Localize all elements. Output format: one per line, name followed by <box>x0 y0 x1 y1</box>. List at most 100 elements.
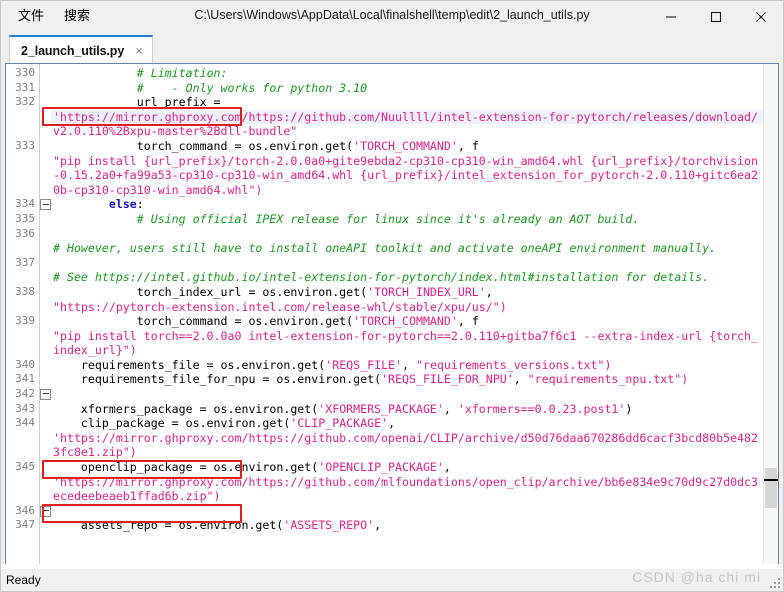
code-line[interactable]: torch_index_url = os.environ.get('TORCH_… <box>51 285 778 300</box>
tab-2-launch-utils-py[interactable]: 2_launch_utils.py × <box>9 35 153 64</box>
vertical-scrollbar[interactable] <box>763 64 778 564</box>
code-token: else <box>108 197 137 212</box>
line-number <box>6 183 39 198</box>
code-line[interactable]: # However, users still have to install o… <box>51 241 778 256</box>
code-line[interactable]: # See https://intel.github.io/intel-exte… <box>51 270 778 285</box>
scrollbar-position-marker <box>764 479 778 481</box>
code-token: 'https://mirror.ghproxy.com/https://gith… <box>53 474 758 489</box>
minimize-button[interactable] <box>648 1 693 32</box>
code-line[interactable]: 'https://mirror.ghproxy.com/https://gith… <box>51 475 778 490</box>
code-line[interactable]: requirements_file = os.environ.get('REQS… <box>51 358 778 373</box>
collapse-icon[interactable] <box>40 388 51 400</box>
close-button[interactable] <box>738 1 783 32</box>
code-line[interactable]: "pip install {url_prefix}/torch-2.0.0a0+… <box>51 154 778 169</box>
minimize-icon <box>665 15 676 18</box>
code-line[interactable]: # - Only works for python 3.10 <box>51 81 778 96</box>
code-line[interactable]: 3fc8e1.zip") <box>51 445 778 460</box>
code-line[interactable]: "pip install torch==2.0.0a0 intel-extens… <box>51 329 778 344</box>
code-token: torch_command = os.environ.get( <box>53 138 354 153</box>
fold-toggle[interactable] <box>40 504 51 519</box>
code-line[interactable]: 'https://mirror.ghproxy.com/https://gith… <box>51 109 778 125</box>
code-line[interactable]: openclip_package = os.environ.get('OPENC… <box>51 460 778 475</box>
code-line[interactable]: # Using official IPEX release for linux … <box>51 212 778 227</box>
code-line[interactable]: 0b-cp310-cp310-win_amd64.whl") <box>51 183 778 198</box>
code-line[interactable] <box>51 227 778 242</box>
code-token: index_url}") <box>53 343 137 358</box>
code-token: "pip install {url_prefix}/torch-2.0.0a0+… <box>53 153 758 168</box>
code-line[interactable]: torch_command = os.environ.get('TORCH_CO… <box>51 314 778 329</box>
code-token: 'TORCH_COMMAND' <box>353 314 458 329</box>
fold-toggle[interactable] <box>40 387 51 402</box>
code-token: , f <box>457 138 479 153</box>
line-number <box>6 270 39 285</box>
collapse-icon[interactable] <box>40 505 51 517</box>
code-token: , <box>485 284 493 299</box>
code-line[interactable]: url_prefix = <box>51 95 778 110</box>
code-line[interactable]: clip_package = os.environ.get('CLIP_PACK… <box>51 416 778 431</box>
code-line[interactable]: else: <box>51 197 778 212</box>
fold-toggle[interactable] <box>40 197 51 212</box>
code-line[interactable]: torch_command = os.environ.get('TORCH_CO… <box>51 139 778 154</box>
code-token: requirements_file_for_npu = os.environ.g… <box>53 372 382 387</box>
code-token: 0b-cp310-cp310-win_amd64.whl") <box>53 182 263 197</box>
line-number <box>6 489 39 504</box>
code-token: openclip_package = os.environ.get( <box>53 460 319 475</box>
code-line[interactable]: assets_repo = os.environ.get('ASSETS_REP… <box>51 518 778 533</box>
code-editor[interactable]: 330 331 332 333 334 335 336 337 338 339 340 341 342 3… <box>5 63 779 564</box>
line-number: 333 <box>15 138 35 152</box>
code-token: url_prefix = <box>53 95 228 110</box>
code-token: "requirements_npu.txt") <box>527 372 689 387</box>
vertical-scrollbar-thumb[interactable] <box>765 468 777 508</box>
code-token: torch_command = os.environ.get( <box>53 314 354 329</box>
code-line[interactable]: ecedeebeaeb1ffad6b.zip") <box>51 489 778 504</box>
code-line[interactable]: xformers_package = os.environ.get('XFORM… <box>51 402 778 417</box>
code-line[interactable] <box>51 256 778 271</box>
collapse-icon[interactable] <box>40 199 51 211</box>
code-token: , f <box>457 314 479 329</box>
code-content[interactable]: # Limitation: # - Only works for python … <box>51 64 778 564</box>
code-line[interactable]: 'https://mirror.ghproxy.com/https://gith… <box>51 431 778 446</box>
code-line[interactable]: v2.0.110%2Bxpu-master%2Bdll-bundle" <box>51 124 778 139</box>
code-line[interactable]: "https://pytorch-extension.intel.com/rel… <box>51 300 778 315</box>
code-token: 'REQS_FILE_FOR_NPU' <box>381 372 514 387</box>
code-token: 3fc8e1.zip") <box>53 445 137 460</box>
fold-margin[interactable] <box>40 64 51 564</box>
code-line[interactable]: requirements_file_for_npu = os.environ.g… <box>51 372 778 387</box>
code-line[interactable]: -0.15.2a0+fa99a53-cp310-cp310-win_amd64.… <box>51 168 778 183</box>
line-number: 342 <box>15 387 35 401</box>
line-number: 336 <box>15 226 35 240</box>
code-line[interactable]: # Limitation: <box>51 66 778 81</box>
code-token: 'https://mirror.ghproxy.com/https://gith… <box>53 109 758 124</box>
maximize-button[interactable] <box>693 1 738 32</box>
line-number <box>6 475 39 490</box>
code-line[interactable]: index_url}") <box>51 343 778 358</box>
line-number <box>6 445 39 460</box>
menu-file[interactable]: 文件 <box>15 7 47 27</box>
tab-close-icon[interactable]: × <box>133 44 145 57</box>
menu-bar: 文件 搜索 <box>1 7 93 27</box>
line-number <box>6 110 39 125</box>
line-number: 341 <box>15 372 35 386</box>
code-line[interactable] <box>51 504 778 519</box>
code-token: "pip install torch==2.0.0a0 intel-extens… <box>53 328 758 343</box>
code-line[interactable] <box>51 387 778 402</box>
line-number: 337 <box>15 255 35 269</box>
resize-grip[interactable] <box>768 576 780 588</box>
menu-search[interactable]: 搜索 <box>61 7 93 27</box>
code-token: # Limitation: <box>136 66 228 80</box>
